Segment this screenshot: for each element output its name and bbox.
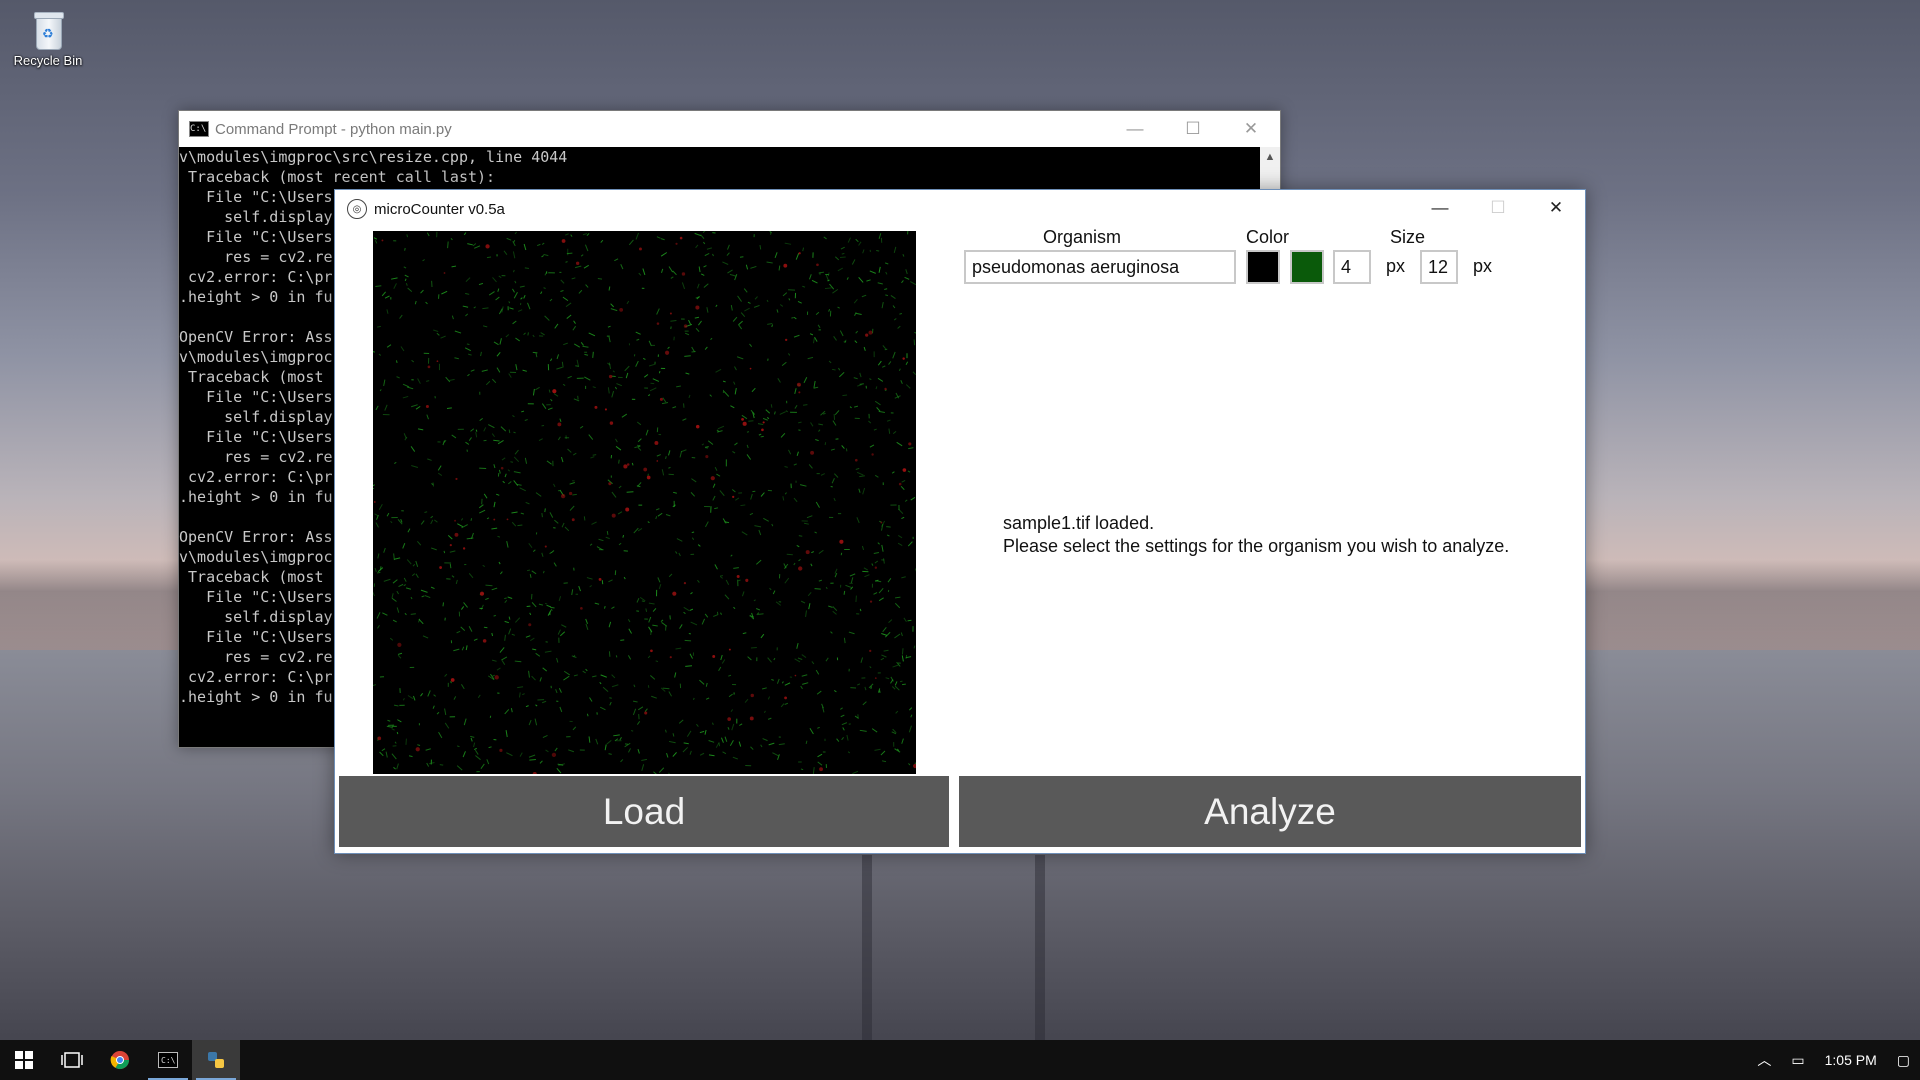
chrome-icon[interactable]	[96, 1040, 144, 1080]
cmd-line: Traceback (most recent call last):	[179, 168, 496, 186]
chevron-up-icon[interactable]: ︿	[1757, 1050, 1771, 1070]
minimize-button[interactable]: —	[1106, 111, 1164, 147]
organism-input[interactable]: pseudomonas aeruginosa	[964, 250, 1236, 284]
task-view-icon[interactable]	[48, 1040, 96, 1080]
close-button[interactable]: ✕	[1527, 190, 1585, 226]
microscope-image[interactable]	[373, 231, 916, 774]
microcounter-window[interactable]: ◎ microCounter v0.5a — ☐ ✕ Organism Colo…	[334, 189, 1586, 854]
size-header: Size	[1390, 227, 1426, 247]
cmd-line: v\modules\imgproc\src\resize.cpp, line 4…	[179, 148, 568, 166]
desktop-icon-recycle-bin[interactable]: ♻ Recycle Bin	[8, 8, 88, 68]
color-header: Color	[1246, 227, 1290, 247]
start-icon[interactable]	[0, 1040, 48, 1080]
mc-titlebar[interactable]: ◎ microCounter v0.5a — ☐ ✕	[335, 190, 1585, 228]
size-unit-label: px	[1473, 256, 1493, 276]
recycle-bin-icon: ♻	[30, 8, 66, 50]
system-tray: ︿ ▭ 1:05 PM ▢	[1747, 1040, 1920, 1080]
python-icon[interactable]	[192, 1040, 240, 1080]
analyze-button[interactable]: Analyze	[959, 776, 1581, 847]
organism-header: Organism	[1043, 227, 1122, 247]
svg-text:C:\: C:\	[161, 1056, 176, 1065]
clock[interactable]: 1:05 PM	[1825, 1052, 1877, 1068]
status-message: sample1.tif loaded. Please select the se…	[1003, 512, 1509, 558]
cmd-icon: C:\	[189, 121, 209, 137]
cmd-title: Command Prompt - python main.py	[215, 120, 452, 138]
cmd-titlebar[interactable]: C:\ Command Prompt - python main.py — ☐ …	[179, 111, 1280, 147]
maximize-button[interactable]: ☐	[1164, 111, 1222, 147]
color-swatch-black[interactable]	[1246, 250, 1280, 284]
battery-icon[interactable]: ▭	[1791, 1052, 1804, 1069]
scroll-up-icon[interactable]: ▲	[1260, 147, 1280, 167]
status-line: sample1.tif loaded.	[1003, 513, 1155, 533]
mc-title: microCounter v0.5a	[374, 200, 505, 218]
color-unit-label: px	[1386, 256, 1406, 276]
pier-post	[862, 855, 872, 1045]
taskbar: C:\ ︿ ▭ 1:05 PM ▢	[0, 1040, 1920, 1080]
load-button[interactable]: Load	[339, 776, 949, 847]
minimize-button[interactable]: —	[1411, 190, 1469, 226]
color-width-input[interactable]: 4	[1333, 250, 1371, 284]
microscope-image-canvas	[373, 231, 916, 774]
pier-post	[1035, 855, 1045, 1045]
size-input[interactable]: 12	[1420, 250, 1458, 284]
notification-icon[interactable]: ▢	[1897, 1052, 1910, 1069]
status-line: Please select the settings for the organ…	[1003, 536, 1510, 556]
desktop-icon-label: Recycle Bin	[13, 53, 83, 68]
maximize-button: ☐	[1490, 198, 1506, 217]
cmd-icon[interactable]: C:\	[144, 1040, 192, 1080]
color-swatch-green[interactable]	[1290, 250, 1324, 284]
close-button[interactable]: ✕	[1222, 111, 1280, 147]
app-icon: ◎	[347, 199, 367, 219]
